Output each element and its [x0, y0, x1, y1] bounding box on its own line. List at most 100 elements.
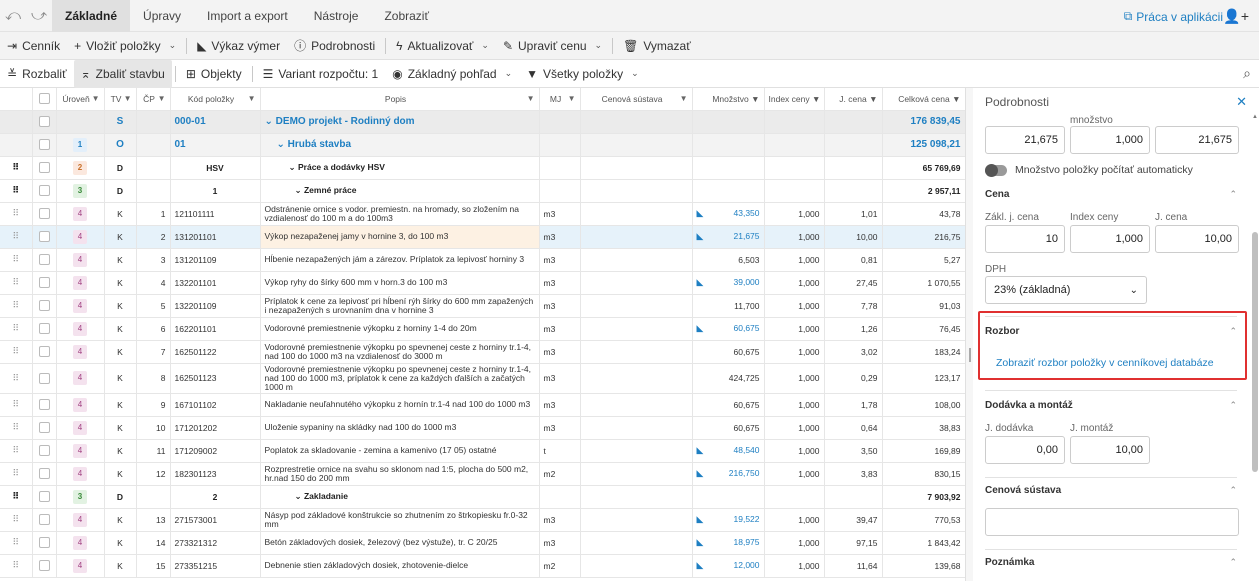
filter-icon[interactable]: ▼: [568, 94, 576, 103]
table-row[interactable]: ⠿ 4 K 4 132201101 Výkop ryhy do šírky 600 mm …: [0, 271, 965, 295]
row-checkbox-cell[interactable]: [32, 485, 57, 509]
filter-icon[interactable]: ▼: [680, 94, 688, 103]
mnozstvo-input-3[interactable]: 21,675: [1155, 126, 1239, 154]
undo-icon[interactable]: ⤺: [0, 0, 26, 32]
mnozstvo-cell[interactable]: 6,503: [692, 248, 765, 272]
section-dodavka[interactable]: Dodávka a montáž: [985, 400, 1073, 411]
index-ceny-input[interactable]: 1,000: [1070, 225, 1150, 253]
row-checkbox-cell[interactable]: [32, 508, 57, 532]
mnozstvo-cell[interactable]: ◣ 43,350: [692, 202, 765, 226]
vymazat-button[interactable]: 🗑 Vymazať: [616, 32, 698, 60]
drag-handle[interactable]: ⠿: [0, 340, 33, 364]
row-checkbox-cell[interactable]: [32, 202, 57, 226]
aktualizovat-button[interactable]: ϟ Aktualizovať ⌄: [389, 32, 496, 60]
section-rozbor[interactable]: Rozbor: [985, 326, 1019, 337]
mnozstvo-cell[interactable]: ◣ 48,540: [692, 439, 765, 463]
j-montaz-input[interactable]: 10,00: [1070, 436, 1150, 464]
table-row[interactable]: ⠿ 4 K 8 162501123 Vodorovné premiestnenie výk…: [0, 363, 965, 394]
cennik-button[interactable]: ⇥ Cenník: [0, 32, 67, 60]
row-checkbox-cell[interactable]: [32, 531, 57, 555]
drag-handle[interactable]: ⠿: [0, 462, 33, 486]
row-checkbox-cell[interactable]: [32, 439, 57, 463]
table-row[interactable]: ⠿ 4 K 10 171201202 Uloženie sypaniny na sklád…: [0, 416, 965, 440]
chevron-up-icon[interactable]: ⌃: [1229, 400, 1237, 411]
checkbox[interactable]: [38, 537, 50, 549]
close-icon[interactable]: ✕: [1236, 94, 1247, 110]
row-checkbox-cell[interactable]: [32, 156, 57, 180]
filter-icon[interactable]: ▼: [869, 94, 877, 104]
mnozstvo-input-1[interactable]: 21,675: [985, 126, 1065, 154]
checkbox[interactable]: [38, 208, 50, 220]
row-checkbox-cell[interactable]: [32, 133, 57, 157]
table-row[interactable]: ⠿ 4 K 15 273351215 Debnenie stien základových…: [0, 554, 965, 578]
header-tv[interactable]: TV ▼: [104, 88, 137, 111]
measure-icon[interactable]: ◣: [697, 514, 704, 525]
table-row[interactable]: ⠿ 4 K 7 162501122 Vodorovné premiestnenie výk…: [0, 340, 965, 364]
checkbox[interactable]: [38, 323, 50, 335]
chevron-down-icon[interactable]: ⌄: [295, 185, 304, 195]
mnozstvo-cell[interactable]: ◣ 39,000: [692, 271, 765, 295]
row-checkbox-cell[interactable]: [32, 416, 57, 440]
mnozstvo-cell[interactable]: 424,725: [692, 363, 765, 394]
header-popis[interactable]: Popis ▼: [260, 88, 540, 111]
header-kod[interactable]: Kód položky ▼: [170, 88, 261, 111]
drag-handle[interactable]: ⠿: [0, 156, 33, 180]
drag-handle[interactable]: [0, 133, 33, 157]
checkbox[interactable]: [38, 254, 50, 266]
tab-import-export[interactable]: Import a export: [194, 0, 301, 32]
row-checkbox-cell[interactable]: [32, 294, 57, 318]
table-row[interactable]: ⠿ 4 K 3 131201109 Hĺbenie nezapažených jám a …: [0, 248, 965, 272]
add-user-icon[interactable]: 👤+: [1223, 8, 1249, 25]
table-row[interactable]: ⠿ 4 K 14 273321312 Betón základových dosiek, …: [0, 531, 965, 555]
table-row[interactable]: ⠿ 4 K 11 171209002 Poplatok za skladovanie - …: [0, 439, 965, 463]
chevron-up-icon[interactable]: ⌃: [1229, 485, 1237, 496]
pohlad-dropdown[interactable]: ◉ Základný pohľad ⌄: [385, 60, 519, 88]
checkbox[interactable]: [38, 277, 50, 289]
mnozstvo-cell[interactable]: ◣ 216,750: [692, 462, 765, 486]
checkbox[interactable]: [38, 185, 50, 197]
panel-scrollbar[interactable]: ▲: [1252, 92, 1258, 577]
table-row[interactable]: ⠿ 3 D 1 ⌄ Zemné práce 2 957,11: [0, 179, 965, 203]
mnozstvo-cell[interactable]: [692, 179, 765, 203]
table-row[interactable]: ⠿ 4 K 6 162201101 Vodorovné premiestnenie výk…: [0, 317, 965, 341]
section-cenova-sustava[interactable]: Cenová sústava: [985, 485, 1061, 496]
auto-quantity-toggle[interactable]: [985, 164, 1007, 177]
rozbalit-button[interactable]: ≚ Rozbaliť: [0, 60, 74, 88]
mnozstvo-cell[interactable]: 11,700: [692, 294, 765, 318]
checkbox[interactable]: [38, 560, 50, 572]
checkbox[interactable]: [38, 93, 50, 105]
checkbox[interactable]: [38, 372, 50, 384]
chevron-down-icon[interactable]: ⌄: [277, 139, 288, 150]
tab-zakladne[interactable]: Základné: [52, 0, 131, 32]
section-poznamka[interactable]: Poznámka: [985, 557, 1034, 568]
mnozstvo-cell[interactable]: ◣ 60,675: [692, 317, 765, 341]
chevron-up-icon[interactable]: ⌃: [1229, 189, 1237, 200]
tab-zobrazit[interactable]: Zobraziť: [371, 0, 442, 32]
checkbox[interactable]: [38, 399, 50, 411]
drag-handle[interactable]: ⠿: [0, 271, 33, 295]
upravit-cenu-button[interactable]: ✎ Upraviť cenu ⌄: [496, 32, 609, 60]
header-j-cena[interactable]: J. cena ▼: [824, 88, 883, 111]
scroll-thumb[interactable]: [1252, 232, 1258, 472]
chevron-up-icon[interactable]: ⌃: [1229, 557, 1237, 568]
checkbox[interactable]: [38, 138, 50, 150]
mnozstvo-cell[interactable]: 60,675: [692, 393, 765, 417]
row-checkbox-cell[interactable]: [32, 317, 57, 341]
measure-icon[interactable]: ◣: [697, 445, 704, 456]
mnozstvo-cell[interactable]: ◣ 21,675: [692, 225, 765, 249]
measure-icon[interactable]: ◣: [697, 208, 704, 219]
header-cenova-sustava[interactable]: Cenová sústava ▼: [580, 88, 693, 111]
filter-dropdown[interactable]: ▼ Všetky položky ⌄: [519, 60, 645, 88]
table-row[interactable]: ⠿ 4 K 13 271573001 Násyp pod základové konštr…: [0, 508, 965, 532]
measure-icon[interactable]: ◣: [697, 560, 704, 571]
header-mnozstvo[interactable]: Množstvo ▼: [692, 88, 765, 111]
filter-icon[interactable]: ▼: [248, 94, 256, 103]
drag-handle[interactable]: [0, 110, 33, 134]
filter-icon[interactable]: ▼: [124, 94, 132, 103]
checkbox[interactable]: [38, 491, 50, 503]
row-checkbox-cell[interactable]: [32, 179, 57, 203]
checkbox[interactable]: [38, 115, 50, 127]
cenova-sustava-input[interactable]: [985, 508, 1239, 536]
header-index-ceny[interactable]: Index ceny ▼: [764, 88, 825, 111]
mnozstvo-cell[interactable]: ◣ 19,522: [692, 508, 765, 532]
